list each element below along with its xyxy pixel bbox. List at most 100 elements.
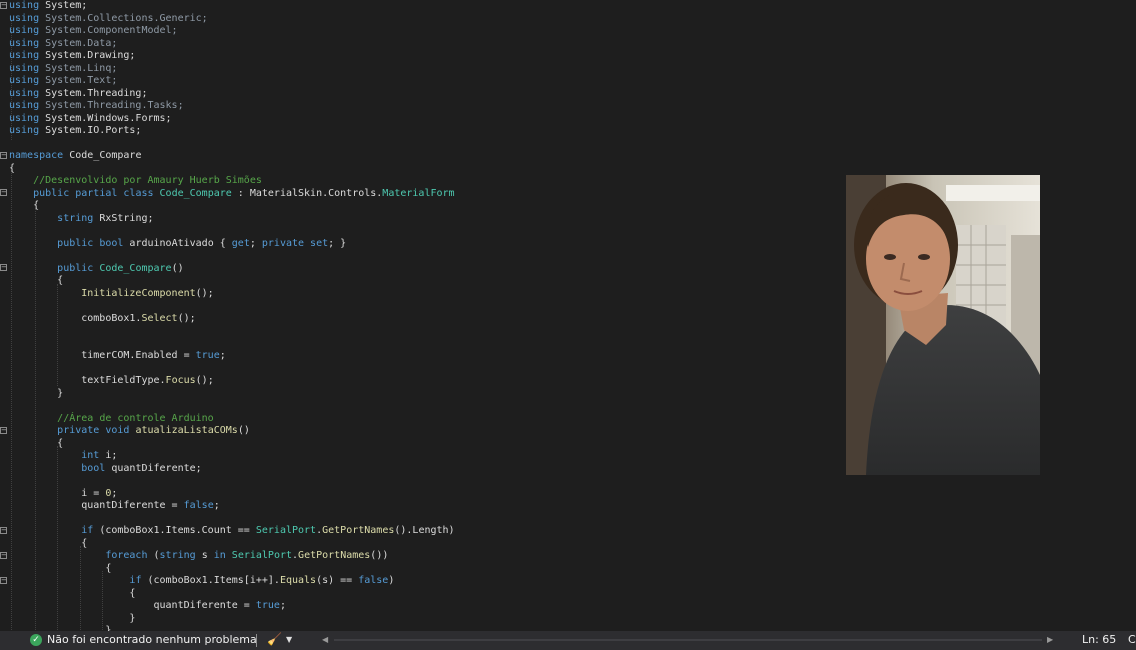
- code-line[interactable]: bool quantDiferente;: [9, 463, 201, 476]
- code-line[interactable]: using System.ComponentModel;: [9, 25, 178, 38]
- fold-toggle-icon[interactable]: −: [0, 577, 7, 584]
- status-message[interactable]: Não foi encontrado nenhum problema: [47, 633, 257, 646]
- code-line[interactable]: //Área de controle Arduino: [9, 413, 214, 426]
- code-line[interactable]: quantDiferente = false;: [9, 500, 220, 513]
- code-line[interactable]: using System.Threading.Tasks;: [9, 100, 184, 113]
- code-line[interactable]: using System.IO.Ports;: [9, 125, 141, 138]
- code-line[interactable]: using System.Data;: [9, 38, 117, 51]
- code-line[interactable]: {: [9, 563, 111, 576]
- code-line[interactable]: using System.Windows.Forms;: [9, 113, 172, 126]
- fold-toggle-icon[interactable]: −: [0, 2, 7, 9]
- code-token: using: [9, 62, 46, 74]
- code-line[interactable]: quantDiferente = true;: [9, 600, 285, 613]
- code-line[interactable]: {: [9, 200, 39, 213]
- code-line[interactable]: {: [9, 275, 63, 288]
- code-line[interactable]: comboBox1.Select();: [9, 312, 195, 326]
- code-token: System.Windows.Forms;: [45, 112, 172, 124]
- code-token: System;: [45, 0, 88, 11]
- code-token: //Desenvolvido por Amaury Huerb Simões: [33, 175, 262, 186]
- fold-toggle-icon[interactable]: −: [0, 552, 7, 559]
- code-token: i =: [9, 487, 106, 499]
- chevron-down-icon[interactable]: ▼: [286, 635, 292, 644]
- code-line[interactable]: public partial class Code_Compare : Mate…: [9, 188, 454, 201]
- code-line[interactable]: private void atualizaListaCOMs(): [9, 425, 250, 438]
- column-indicator[interactable]: C: [1128, 633, 1136, 646]
- code-line[interactable]: timerCOM.Enabled = true;: [9, 350, 226, 363]
- fold-toggle-icon[interactable]: −: [0, 152, 7, 159]
- code-token: ): [388, 575, 395, 586]
- code-token: false: [358, 575, 389, 586]
- status-bar: ✓ Não foi encontrado nenhum problema 🧹 ▼…: [0, 631, 1136, 650]
- code-token: SerialPort: [231, 550, 293, 561]
- scroll-right-icon[interactable]: ▶: [1047, 635, 1053, 644]
- code-token: if: [129, 575, 148, 586]
- code-token: i;: [105, 450, 118, 461]
- code-line[interactable]: {: [9, 163, 15, 176]
- code-token: System.Threading;: [45, 87, 148, 99]
- code-line[interactable]: using System.Drawing;: [9, 50, 135, 63]
- code-line[interactable]: }: [9, 613, 135, 626]
- code-token: System.Drawing;: [45, 50, 136, 61]
- code-token: System.IO.Ports;: [45, 125, 142, 136]
- code-token: (): [171, 262, 184, 274]
- code-token: Select: [141, 312, 178, 324]
- code-token: GetPortNames: [322, 525, 395, 536]
- code-token: if: [81, 525, 100, 536]
- code-line[interactable]: public Code_Compare(): [9, 262, 184, 276]
- fold-toggle-icon[interactable]: −: [0, 189, 7, 196]
- code-token: ();: [195, 287, 214, 299]
- code-token: timerCOM.Enabled =: [9, 350, 196, 361]
- code-token: ();: [195, 375, 214, 386]
- code-line[interactable]: textFieldType.Focus();: [9, 375, 214, 388]
- line-indicator[interactable]: Ln: 65: [1082, 633, 1116, 646]
- code-line[interactable]: //Desenvolvido por Amaury Huerb Simões: [9, 175, 262, 188]
- code-line[interactable]: if (comboBox1.Items.Count == SerialPort.…: [9, 525, 455, 538]
- fold-toggle-icon[interactable]: −: [0, 427, 7, 434]
- code-token: atualizaListaCOMs: [135, 425, 238, 436]
- code-line[interactable]: namespace Code_Compare: [9, 150, 141, 163]
- code-line[interactable]: InitializeComponent();: [9, 287, 214, 301]
- code-token: ;: [111, 487, 118, 499]
- code-token: false: [183, 500, 214, 511]
- code-line[interactable]: using System.Threading;: [9, 88, 147, 101]
- code-token: ().Length): [394, 525, 455, 536]
- horizontal-scrollbar[interactable]: [334, 639, 1042, 641]
- code-token: using: [9, 0, 46, 11]
- code-token: in: [213, 550, 232, 561]
- code-line[interactable]: public bool arduinoAtivado { get; privat…: [9, 238, 346, 251]
- code-line[interactable]: int i;: [9, 450, 117, 463]
- code-line[interactable]: foreach (string s in SerialPort.GetPortN…: [9, 550, 388, 563]
- code-token: InitializeComponent: [81, 287, 196, 299]
- code-token: Code_Compare: [99, 262, 172, 274]
- code-token: ()): [370, 550, 389, 561]
- code-token: {: [9, 562, 112, 574]
- code-token: {: [9, 200, 40, 211]
- code-line[interactable]: }: [9, 388, 63, 401]
- code-token: }: [9, 387, 64, 399]
- code-line[interactable]: string RxString;: [9, 213, 153, 226]
- cleanup-brush-icon[interactable]: 🧹: [267, 632, 282, 646]
- code-line[interactable]: if (comboBox1.Items[i++].Equals(s) == fa…: [9, 575, 394, 588]
- code-token: System.Collections.Generic;: [45, 12, 208, 24]
- code-line[interactable]: {: [9, 438, 63, 451]
- code-line[interactable]: {: [9, 588, 135, 601]
- code-token: ;: [249, 237, 262, 249]
- fold-toggle-icon[interactable]: −: [0, 264, 7, 271]
- code-line[interactable]: using System.Text;: [9, 75, 117, 88]
- code-line[interactable]: i = 0;: [9, 488, 117, 501]
- code-line[interactable]: using System.Collections.Generic;: [9, 13, 208, 26]
- code-token: Code_Compare: [69, 150, 142, 161]
- fold-toggle-icon[interactable]: −: [0, 527, 7, 534]
- code-line[interactable]: {: [9, 538, 87, 551]
- code-line[interactable]: using System.Linq;: [9, 63, 117, 76]
- scroll-left-icon[interactable]: ◀: [322, 635, 328, 644]
- code-token: {: [9, 537, 88, 549]
- code-line[interactable]: using System;: [9, 0, 87, 13]
